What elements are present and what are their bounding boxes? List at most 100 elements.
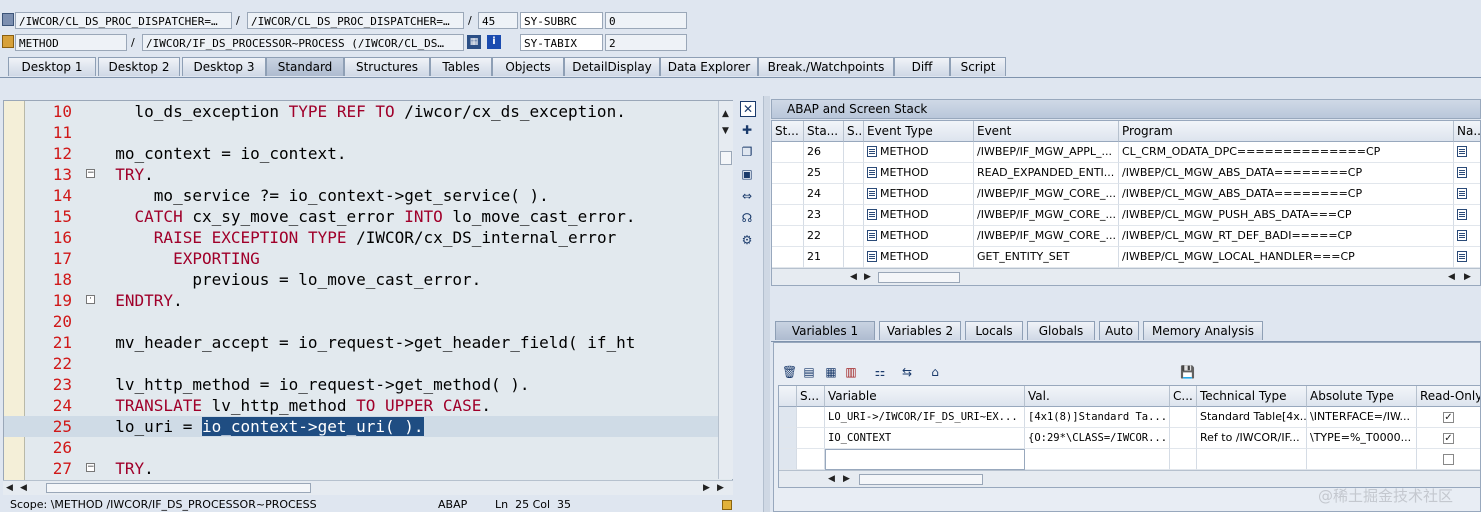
vars-s-cell[interactable] <box>797 428 825 449</box>
stack-event-cell[interactable]: READ_EXPANDED_ENTI... <box>974 163 1119 184</box>
export-icon[interactable]: ▦ <box>824 365 838 379</box>
stack-type-cell[interactable]: METHOD <box>864 247 974 268</box>
stack-col-header[interactable]: St... <box>772 121 804 142</box>
stack-col-header[interactable]: Program <box>1119 121 1454 142</box>
code-line[interactable]: 24 TRANSLATE lv_http_method TO UPPER CAS… <box>4 395 732 416</box>
stack-nav-cell[interactable] <box>1454 163 1480 184</box>
stack-col-header[interactable]: Event Type <box>864 121 974 142</box>
sysvar-name-1[interactable]: SY-SUBRC <box>520 12 603 29</box>
print-icon[interactable]: ▥ <box>844 365 858 379</box>
stack-level-cell[interactable]: 26 <box>804 142 844 163</box>
tab-tables[interactable]: Tables <box>430 57 492 76</box>
stack-s-cell[interactable] <box>844 184 864 205</box>
read-only-checkbox[interactable]: ✓ <box>1443 433 1454 444</box>
save-icon[interactable]: 💾 <box>1180 365 1195 379</box>
vars-tab-auto[interactable]: Auto <box>1099 321 1139 340</box>
fold-toggle-icon[interactable]: − <box>86 463 95 472</box>
selected-text[interactable]: io_context->get_uri( ). <box>201 417 424 436</box>
scroll-left-arrow[interactable]: ◀ <box>1448 272 1455 282</box>
settings-icon[interactable]: ⚙ <box>740 233 754 247</box>
transfer-icon[interactable]: ⇆ <box>900 365 914 379</box>
absolute-type-cell[interactable]: \TYPE=%_T0000... <box>1307 428 1417 449</box>
navigate-icon[interactable] <box>1457 251 1467 262</box>
include-field[interactable]: /IWCOR/CL_DS_PROC_DISPATCHER=… <box>247 12 464 29</box>
code-editor[interactable]: 10 lo_ds_exception TYPE REF TO /iwcor/cx… <box>3 100 733 495</box>
absolute-type-cell[interactable] <box>1307 449 1417 470</box>
stack-nav-cell[interactable] <box>1454 142 1480 163</box>
row-selector[interactable] <box>779 407 797 428</box>
scroll-thumb[interactable] <box>859 474 983 485</box>
absolute-type-cell[interactable]: \INTERFACE=/IW... <box>1307 407 1417 428</box>
stack-nav-cell[interactable] <box>1454 226 1480 247</box>
stack-marker-cell[interactable] <box>772 247 804 268</box>
navigate-icon[interactable] <box>1457 230 1467 241</box>
stack-s-cell[interactable] <box>844 163 864 184</box>
stack-event-cell[interactable]: /IWBEP/IF_MGW_CORE_... <box>974 226 1119 247</box>
stack-nav-cell[interactable] <box>1454 184 1480 205</box>
stack-col-header[interactable]: Event <box>974 121 1119 142</box>
line-field[interactable]: 45 <box>478 12 518 29</box>
vars-col-header[interactable]: Absolute Type <box>1307 386 1417 407</box>
stack-type-cell[interactable]: METHOD <box>864 205 974 226</box>
stack-type-cell[interactable]: METHOD <box>864 163 974 184</box>
stack-col-header[interactable]: S... <box>844 121 864 142</box>
stack-col-header[interactable]: Sta... <box>804 121 844 142</box>
code-line[interactable]: 21 mv_header_accept = io_request->get_he… <box>4 332 732 353</box>
code-line[interactable]: 12 mo_context = io_context. <box>4 143 732 164</box>
vars-col-header[interactable]: Read-Only <box>1417 386 1480 407</box>
vars-col-header[interactable]: C... <box>1170 386 1197 407</box>
stack-event-cell[interactable]: /IWBEP/IF_MGW_APPL_... <box>974 142 1119 163</box>
scroll-left-arrow[interactable]: ◀ <box>6 483 13 493</box>
tab-structures[interactable]: Structures <box>344 57 430 76</box>
stack-type-cell[interactable]: METHOD <box>864 226 974 247</box>
vars-col-header[interactable]: Val. <box>1025 386 1170 407</box>
tab-break-watchpoints[interactable]: Break./Watchpoints <box>758 57 894 76</box>
read-only-checkbox[interactable] <box>1443 454 1454 465</box>
code-line[interactable]: 17 EXPORTING <box>4 248 732 269</box>
stack-marker-cell[interactable] <box>772 226 804 247</box>
stack-program-cell[interactable]: CL_CRM_ODATA_DPC==============CP <box>1119 142 1454 163</box>
code-line[interactable]: 23 lv_http_method = io_request->get_meth… <box>4 374 732 395</box>
vars-tab-variables-1[interactable]: Variables 1 <box>775 321 875 340</box>
code-line[interactable]: 13 − TRY. <box>4 164 732 185</box>
code-line[interactable]: 11 <box>4 122 732 143</box>
code-line[interactable]: 20 <box>4 311 732 332</box>
new-breakpoint-icon[interactable]: ✚ <box>740 123 754 137</box>
scroll-thumb[interactable] <box>878 272 960 283</box>
vars-col-header[interactable]: Variable <box>825 386 1025 407</box>
technical-type-cell[interactable]: Standard Table[4x... <box>1197 407 1307 428</box>
vars-c-cell[interactable] <box>1170 407 1197 428</box>
code-line[interactable]: 14 mo_service ?= io_context->get_service… <box>4 185 732 206</box>
variable-value-cell[interactable]: {O:29*\CLASS=/IWCOR... <box>1025 428 1170 449</box>
stack-marker-cell[interactable] <box>772 163 804 184</box>
program-field[interactable]: /IWCOR/CL_DS_PROC_DISPATCHER=… <box>15 12 232 29</box>
read-only-cell[interactable]: ✓ <box>1417 428 1480 449</box>
stack-level-cell[interactable]: 25 <box>804 163 844 184</box>
tab-script[interactable]: Script <box>950 57 1006 76</box>
code-line[interactable]: 15 CATCH cx_sy_move_cast_error INTO lo_m… <box>4 206 732 227</box>
stack-col-header[interactable]: Na... <box>1454 121 1480 142</box>
stack-program-cell[interactable]: /IWBEP/CL_MGW_PUSH_ABS_DATA===CP <box>1119 205 1454 226</box>
scroll-left-arrow[interactable]: ◀ <box>850 272 857 282</box>
stack-marker-cell[interactable] <box>772 142 804 163</box>
navigate-icon[interactable] <box>1457 209 1467 220</box>
scroll-up-arrow[interactable]: ▲ <box>722 109 729 119</box>
stack-program-cell[interactable]: /IWBEP/CL_MGW_ABS_DATA========CP <box>1119 184 1454 205</box>
vars-tab-globals[interactable]: Globals <box>1027 321 1095 340</box>
navigate-icon[interactable] <box>1457 146 1467 157</box>
resize-icon[interactable]: ⇔ <box>740 189 754 203</box>
scroll-right-arrow[interactable]: ▶ <box>1464 272 1471 282</box>
tab-standard[interactable]: Standard <box>266 57 344 76</box>
editor-hscrollbar[interactable]: ◀ ◀ ▶ ▶ <box>3 480 733 495</box>
read-only-cell[interactable]: ✓ <box>1417 407 1480 428</box>
view-icon[interactable]: ▤ <box>802 365 816 379</box>
stack-marker-cell[interactable] <box>772 205 804 226</box>
tab-diff[interactable]: Diff <box>894 57 950 76</box>
read-only-cell[interactable] <box>1417 449 1480 470</box>
variable-name-cell[interactable]: LO_URI->/IWCOR/IF_DS_URI~EX... <box>825 407 1025 428</box>
scroll-right-arrow[interactable]: ▶ <box>717 483 724 493</box>
read-only-checkbox[interactable]: ✓ <box>1443 412 1454 423</box>
scroll-left-arrow[interactable]: ◀ <box>20 483 27 493</box>
tab-detaildisplay[interactable]: DetailDisplay <box>564 57 660 76</box>
hierarchy-icon[interactable]: ⚏ <box>873 365 887 379</box>
